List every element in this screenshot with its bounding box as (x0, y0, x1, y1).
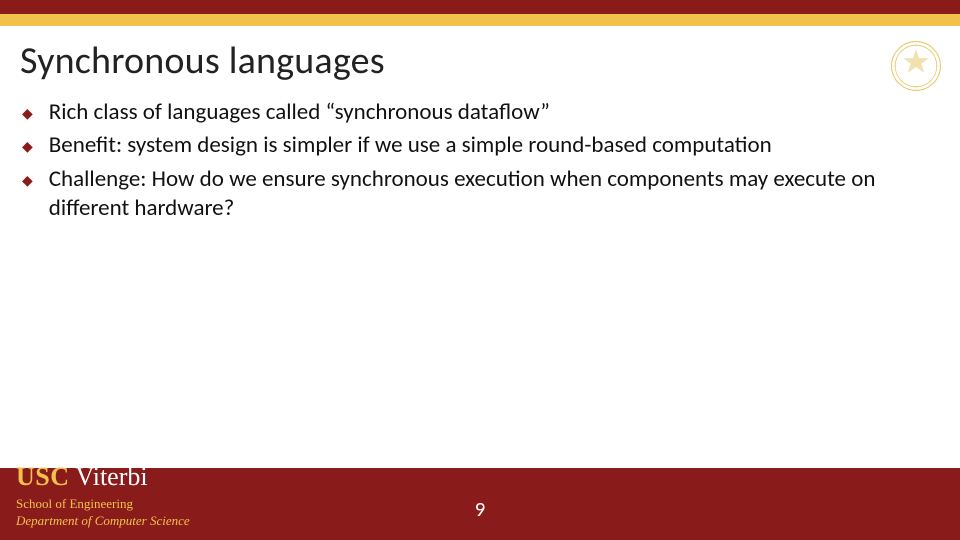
bullet-text: Rich class of languages called “synchron… (49, 98, 550, 127)
bullet-list: ◆ Rich class of languages called “synchr… (22, 98, 930, 228)
list-item: ◆ Challenge: How do we ensure synchronou… (22, 165, 930, 224)
list-item: ◆ Benefit: system design is simpler if w… (22, 131, 930, 160)
top-bar-red (0, 0, 960, 14)
footer-branding: USCViterbi School of Engineering Departm… (16, 462, 190, 530)
diamond-bullet-icon: ◆ (22, 172, 33, 190)
footer-subtitle-2: Department of Computer Science (16, 513, 190, 530)
bullet-text: Challenge: How do we ensure synchronous … (49, 165, 930, 224)
slide: Synchronous languages ◆ Rich class of la… (0, 0, 960, 540)
diamond-bullet-icon: ◆ (22, 138, 33, 156)
footer-brand-line: USCViterbi (16, 462, 190, 492)
diamond-bullet-icon: ◆ (22, 105, 33, 123)
page-number: 9 (475, 496, 486, 522)
list-item: ◆ Rich class of languages called “synchr… (22, 98, 930, 127)
brand-viterbi: Viterbi (76, 462, 148, 491)
top-bar-gold (0, 14, 960, 26)
bullet-text: Benefit: system design is simpler if we … (49, 131, 772, 160)
slide-title: Synchronous languages (20, 38, 385, 84)
footer-bar: USCViterbi School of Engineering Departm… (0, 468, 960, 540)
brand-usc: USC (16, 462, 70, 491)
footer-subtitle-1: School of Engineering (16, 496, 190, 513)
usc-seal-icon (890, 40, 942, 92)
